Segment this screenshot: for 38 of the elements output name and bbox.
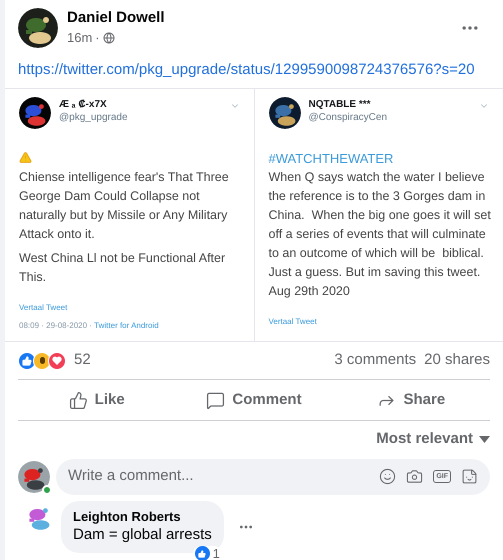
comment-text: Dam = global arrests	[73, 524, 212, 544]
translate-link[interactable]: Vertaal Tweet	[19, 302, 240, 314]
hashtag: #WATCHTHEWATER	[268, 150, 394, 168]
globe-icon	[102, 32, 115, 44]
speech-bubble-icon	[206, 390, 226, 410]
action-button[interactable]: Like	[18, 383, 176, 417]
separator-dot: ·	[95, 29, 100, 48]
post-link[interactable]: https://twitter.com/pkg_upgrade/status/1299590098724376576?s=20	[5, 60, 503, 80]
caret-icon	[479, 436, 490, 443]
thumbs-up-icon	[68, 390, 88, 410]
tweet-handle: @pkg_upgrade	[59, 111, 129, 124]
tweet-author: NQTABLE ***	[308, 99, 372, 111]
comment-likes[interactable]: 1	[192, 546, 222, 560]
like-reaction-icon	[194, 546, 210, 560]
emoji-icon[interactable]	[379, 468, 396, 485]
tweet-timestamp: 08:09 · 29-08-2020 ·	[19, 320, 93, 332]
comment-author[interactable]: Leighton Roberts	[73, 508, 212, 524]
action-button[interactable]: Share	[332, 383, 490, 417]
sort-dropdown[interactable]: Most relevant	[376, 428, 490, 450]
post-time[interactable]: 16m	[67, 28, 92, 48]
tweet-text: Chiense intelligence fear's That Three George Dam Could Collapse not naturally but by Missile or Any Military Attack onto it.	[19, 169, 230, 243]
tweet-text: West China Ll not be Functional After This.	[19, 250, 226, 286]
love-reaction-icon	[48, 352, 66, 370]
like-reaction-icon	[18, 352, 36, 370]
translate-link[interactable]: Vertaal Tweet	[268, 316, 489, 328]
author-name[interactable]: Daniel Dowell	[67, 8, 451, 28]
like-count: 1	[212, 546, 220, 560]
camera-icon[interactable]	[406, 468, 424, 485]
tweet-source[interactable]: Twitter for Android	[94, 320, 159, 332]
reaction-count[interactable]: 52	[74, 349, 91, 372]
comment-count[interactable]: 3 comments	[334, 349, 416, 372]
tweet-author: Æ ₐ ₡-x7X	[59, 99, 108, 111]
tweet-handle: @ConspiracyCen	[308, 111, 388, 124]
wow-reaction-icon	[33, 352, 51, 370]
tweet-text: When Q says watch the water I believe the reference is to the 3 Gorges dam in China. When the big one goes it will set off a series of events that will culminate to an outcome of which will be biblical. Just a guess. But im saving this tweet. Aug 29th 2020	[268, 169, 492, 300]
share-count[interactable]: 20 shares	[424, 349, 490, 372]
sticker-icon[interactable]	[461, 468, 478, 485]
action-button[interactable]: Comment	[175, 383, 333, 417]
